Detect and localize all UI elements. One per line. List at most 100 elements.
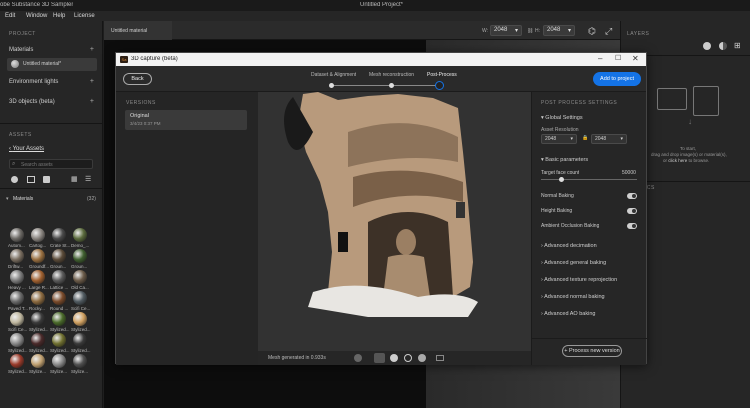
material-thumbnail[interactable] (73, 291, 87, 305)
height-select[interactable]: 2048 ▾ (543, 25, 575, 36)
drop-line2: or click here to browse. (663, 158, 709, 163)
advanced-ao-baking-toggle[interactable]: › Advanced AO baking (541, 311, 595, 317)
material-thumbnail[interactable] (10, 354, 24, 368)
menu-edit[interactable]: Edit (5, 13, 15, 19)
ao-baking-toggle[interactable] (627, 223, 637, 229)
view-mode-1-icon[interactable] (374, 353, 385, 363)
material-thumbnail[interactable] (52, 312, 66, 326)
search-input[interactable]: ⌕ Search assets (9, 159, 93, 169)
material-thumbnail[interactable] (31, 333, 45, 347)
material-thumbnail[interactable] (10, 249, 24, 263)
advanced-general-baking-toggle[interactable]: › Advanced general baking (541, 260, 606, 266)
minimize-icon[interactable]: – (598, 54, 602, 63)
lock-icon[interactable]: 🔒 (582, 135, 588, 141)
material-thumbnail[interactable] (10, 291, 24, 305)
list-view-icon[interactable]: ☰ (85, 175, 91, 183)
advanced-texture-reprojection-label: Advanced texture reprojection (544, 277, 618, 283)
menu-license[interactable]: License (74, 13, 95, 19)
grid-view-icon[interactable]: ▦ (71, 175, 78, 183)
material-thumbnail[interactable] (10, 312, 24, 326)
material-thumbnail[interactable] (10, 270, 24, 284)
material-thumbnail[interactable] (31, 291, 45, 305)
material-thumbnail[interactable] (73, 354, 87, 368)
camera-view-icon[interactable] (436, 355, 444, 361)
material-thumbnail[interactable] (31, 354, 45, 368)
step-postprocess[interactable]: Post-Process (427, 72, 457, 78)
material-thumbnail[interactable] (73, 312, 87, 326)
view-mode-4-icon[interactable] (418, 354, 426, 362)
material-thumbnail[interactable] (52, 270, 66, 284)
face-count-slider[interactable] (541, 179, 637, 180)
mesh-preview[interactable] (258, 92, 531, 351)
link-icon[interactable]: ⛓ (527, 28, 533, 34)
material-thumbnail[interactable] (73, 270, 87, 284)
view-mode-3-icon[interactable] (404, 354, 412, 362)
basic-parameters-toggle[interactable]: ▾ Basic parameters (541, 157, 588, 163)
face-count-handle[interactable] (559, 177, 564, 182)
face-count-label: Target face count (541, 170, 580, 176)
browse-link[interactable]: click here (668, 158, 687, 163)
material-thumbnail[interactable] (52, 291, 66, 305)
material-thumbnail[interactable] (52, 354, 66, 368)
maximize-icon[interactable]: ☐ (615, 54, 621, 62)
material-thumbnail[interactable] (10, 228, 24, 242)
advanced-normal-baking-toggle[interactable]: › Advanced normal baking (541, 294, 605, 300)
material-thumbnail[interactable] (31, 228, 45, 242)
menu-window[interactable]: Window (26, 13, 47, 19)
width-label: W: (482, 28, 489, 34)
image-filter-icon[interactable] (27, 176, 35, 183)
advanced-texture-reprojection-toggle[interactable]: › Advanced texture reprojection (541, 277, 617, 283)
global-settings-toggle[interactable]: ▾ Global Settings (541, 115, 583, 121)
close-icon[interactable]: ✕ (632, 54, 639, 63)
material-item[interactable]: Untitled material* (7, 58, 97, 71)
material-thumbnail[interactable] (73, 333, 87, 347)
material-thumbnail[interactable] (31, 249, 45, 263)
material-filter-icon[interactable] (11, 176, 18, 183)
add-to-project-button[interactable]: Add to project (593, 72, 641, 86)
normal-baking-toggle[interactable] (627, 193, 637, 199)
material-thumbnail[interactable] (31, 312, 45, 326)
width-select[interactable]: 2048 ▾ (490, 25, 522, 36)
res-height-select[interactable]: 2048 ▾ (591, 134, 627, 144)
view-mode-2-icon[interactable] (390, 354, 398, 362)
res-width-select[interactable]: 2048 ▾ (541, 134, 577, 144)
advanced-normal-baking-label: Advanced normal baking (544, 294, 605, 300)
add-environment-icon[interactable]: + (90, 78, 94, 85)
expand-icon[interactable]: ⤢ (605, 26, 612, 37)
add-object-icon[interactable]: + (90, 98, 94, 105)
drop-line1: drag and drop image(s) or material(s), (651, 152, 727, 157)
version-item[interactable]: Original 3/4/23 0:37 PM (125, 110, 247, 130)
back-button[interactable]: Back (123, 73, 152, 85)
material-thumbnail[interactable] (73, 249, 87, 263)
your-assets-link[interactable]: ‹ Your Assets (9, 146, 44, 152)
document-tab[interactable]: Untitled material (104, 21, 172, 40)
height-value: 2048 (547, 27, 561, 33)
menu-help[interactable]: Help (53, 13, 65, 19)
add-filter-icon[interactable] (719, 42, 727, 50)
step-dot-2 (389, 83, 394, 88)
material-thumbnail[interactable] (52, 333, 66, 347)
add-material-layer-icon[interactable] (703, 42, 711, 50)
material-thumbnail[interactable] (73, 228, 87, 242)
advanced-decimation-toggle[interactable]: › Advanced decimation (541, 243, 597, 249)
height-baking-toggle[interactable] (627, 208, 637, 214)
versions-header: VERSIONS (126, 100, 156, 106)
material-thumbnail-label: Groundf... (29, 264, 50, 269)
camera-icon[interactable]: ⌬ (588, 26, 596, 37)
add-material-icon[interactable]: + (90, 46, 94, 53)
materials-count: (32) (87, 196, 96, 202)
sampler-logo-icon: Sa (120, 56, 128, 63)
materials-collapse-icon[interactable]: ▾ (6, 196, 9, 202)
material-thumbnail-label: Stylize... (71, 369, 89, 374)
process-new-version-button[interactable]: + Process new version (562, 345, 622, 357)
step-dataset[interactable]: Dataset & Alignment (311, 72, 356, 78)
object-filter-icon[interactable] (43, 176, 50, 183)
arrow-down-icon: ↓ (688, 117, 692, 126)
material-thumbnail[interactable] (52, 249, 66, 263)
material-thumbnail[interactable] (31, 270, 45, 284)
material-thumbnail[interactable] (10, 333, 24, 347)
divider (0, 188, 103, 189)
material-thumbnail[interactable] (52, 228, 66, 242)
more-icon[interactable]: ⊞ (734, 41, 741, 50)
step-mesh[interactable]: Mesh reconstruction (369, 72, 414, 78)
